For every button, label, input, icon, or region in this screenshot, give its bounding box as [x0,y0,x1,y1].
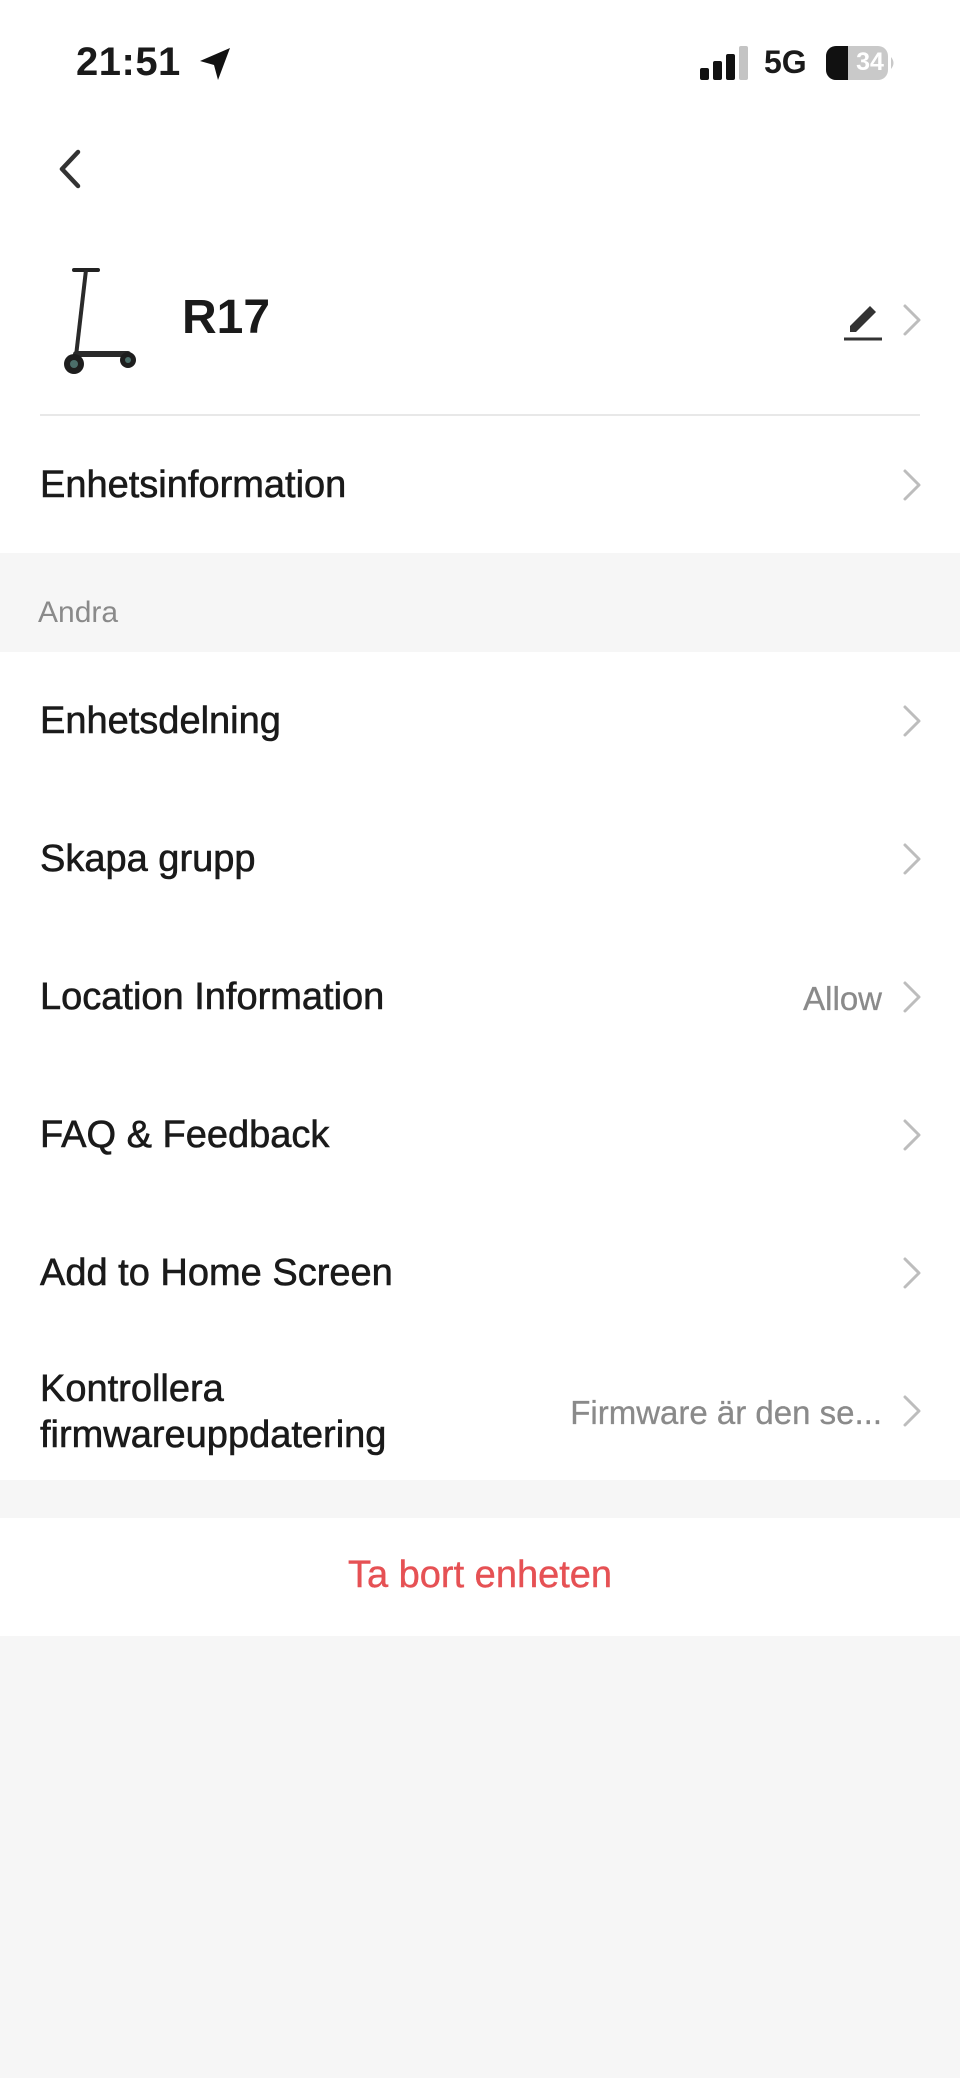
location-value: Allow [803,980,882,1017]
scooter-image [64,268,136,374]
list-item-sharing[interactable]: Enhetsdelning [0,652,960,790]
location-arrow-icon [200,48,230,80]
device-info-label: Enhetsinformation [40,464,347,507]
list-item-label: FAQ & Feedback [40,1114,330,1157]
list-item-label-line2: firmwareuppdatering [40,1414,387,1457]
list-item-label-line1: Kontrollera [40,1368,224,1411]
list-item-label: Location Information [40,976,385,1019]
list-item-label: Skapa grupp [40,838,256,881]
chevron-right-icon [903,1257,921,1289]
chevron-right-icon[interactable] [900,300,924,340]
device-info-row[interactable]: Enhetsinformation [0,416,960,554]
chevron-right-icon [903,469,921,501]
status-time: 21:51 [76,40,181,84]
chevron-right-icon [903,705,921,737]
chevron-right-icon [903,981,921,1013]
status-bar: 21:51 5G 34 [0,0,960,120]
chevron-right-icon [903,1119,921,1151]
signal-icon [700,46,748,80]
battery-level: 34 [856,48,884,76]
network-type: 5G [764,44,807,80]
list-item-create-group[interactable]: Skapa grupp [0,790,960,928]
chevron-left-icon[interactable] [50,142,90,196]
list-item-label: Add to Home Screen [40,1252,393,1295]
list-item-location-information[interactable]: Location Information Allow [0,928,960,1066]
pencil-icon[interactable] [840,296,886,342]
chevron-right-icon [903,843,921,875]
list-item-label: Enhetsdelning [40,700,281,743]
list-item-firmware-update[interactable]: Kontrollera firmwareuppdatering Firmware… [0,1342,960,1480]
chevron-right-icon [903,1395,921,1427]
list-item-add-home-screen[interactable]: Add to Home Screen [0,1204,960,1342]
remove-device-button[interactable]: Ta bort enheten [0,1554,960,1597]
section-header-andra: Andra [38,596,119,629]
list-item-faq-feedback[interactable]: FAQ & Feedback [0,1066,960,1204]
firmware-status-value: Firmware är den se... [570,1394,882,1431]
device-name: R17 [182,291,271,344]
